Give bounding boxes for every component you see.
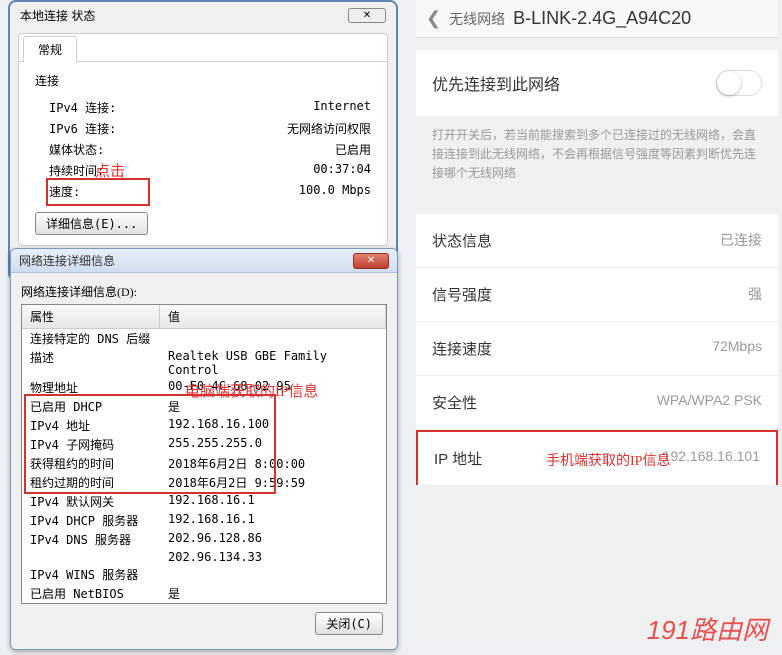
label-speed: 速度:: [35, 183, 80, 200]
cell-val: 192.168.16.1: [160, 492, 386, 511]
cell-prop: 连接特定的 DNS 后缀: [22, 329, 160, 348]
close-details-button[interactable]: 关闭(C): [315, 612, 383, 635]
details-table: 属性 值 连接特定的 DNS 后缀描述Realtek USB GBE Famil…: [21, 304, 387, 604]
table-row: IPv4 地址192.168.16.100: [22, 416, 386, 435]
cell-val: [160, 329, 386, 348]
header-ssid: B-LINK-2.4G_A94C20: [513, 8, 691, 29]
label-ipv4: IPv4 连接:: [35, 99, 116, 116]
cell-prop: 描述: [22, 348, 160, 378]
details-button[interactable]: 详细信息(E)...: [35, 212, 148, 235]
label-speed-m: 连接速度: [432, 338, 492, 359]
details-window: 网络连接详细信息 ✕ 网络连接详细信息(D): 属性 值 连接特定的 DNS 后…: [10, 248, 398, 650]
label-signal: 信号强度: [432, 284, 492, 305]
cell-prop: IPv4 WINS 服务器: [22, 565, 160, 584]
status-title-bar: 本地连接 状态 ✕: [12, 4, 394, 27]
info-list: 状态信息 已连接 信号强度 强 连接速度 72Mbps 安全性 WPA/WPA2…: [416, 214, 778, 485]
annotation-pc: 电脑端获取的IP信息: [185, 380, 318, 401]
table-row: 已启用 NetBIOS ove...是: [22, 584, 386, 604]
value-speed: 100.0 Mbps: [299, 183, 371, 200]
cell-prop: 已启用 NetBIOS ove...: [22, 584, 160, 604]
cell-val: [160, 565, 386, 584]
cell-prop: IPv4 默认网关: [22, 492, 160, 511]
table-row: 租约过期的时间2018年6月2日 9:59:59: [22, 473, 386, 492]
table-row: IPv4 DHCP 服务器192.168.16.1: [22, 511, 386, 530]
details-label: 网络连接详细信息(D):: [21, 283, 387, 300]
label-ipv6: IPv6 连接:: [35, 120, 116, 137]
cell-prop: 物理地址: [22, 378, 160, 397]
label-ip: IP 地址: [434, 448, 482, 469]
cell-val: 202.96.128.86: [160, 530, 386, 549]
table-row: IPv4 默认网关192.168.16.1: [22, 492, 386, 511]
table-row: 描述Realtek USB GBE Family Control: [22, 348, 386, 378]
annotation-mobile: 手机端获取的IP信息: [546, 450, 670, 470]
cell-val: Realtek USB GBE Family Control: [160, 348, 386, 378]
cell-prop: IPv4 DNS 服务器: [22, 530, 160, 549]
table-row: 获得租约的时间2018年6月2日 8:00:00: [22, 454, 386, 473]
cell-val: 是: [160, 584, 386, 604]
row-security: 安全性 WPA/WPA2 PSK: [416, 376, 778, 430]
table-row: 202.96.134.33: [22, 549, 386, 565]
label-security: 安全性: [432, 392, 477, 413]
close-button[interactable]: ✕: [353, 253, 389, 269]
table-row: IPv4 WINS 服务器: [22, 565, 386, 584]
row-speed: 连接速度 72Mbps: [416, 322, 778, 376]
details-window-title: 网络连接详细信息: [19, 252, 115, 269]
value-security: WPA/WPA2 PSK: [657, 392, 762, 413]
mobile-header: ❮ 无线网络 B-LINK-2.4G_A94C20: [416, 0, 778, 38]
details-title-bar: 网络连接详细信息 ✕: [11, 249, 397, 273]
table-row: 连接特定的 DNS 后缀: [22, 329, 386, 348]
group-connection: 连接: [35, 72, 371, 89]
cell-prop: IPv4 子网掩码: [22, 435, 160, 454]
row-status: 状态信息 已连接: [416, 214, 778, 268]
back-icon[interactable]: ❮: [426, 8, 441, 29]
table-header: 属性 值: [22, 305, 386, 329]
cell-prop: 获得租约的时间: [22, 454, 160, 473]
priority-title: 优先连接到此网络: [432, 71, 560, 95]
label-status: 状态信息: [432, 230, 492, 251]
value-ipv6: 无网络访问权限: [287, 120, 371, 137]
cell-prop: [22, 549, 160, 565]
cell-val: 2018年6月2日 9:59:59: [160, 473, 386, 492]
table-row: IPv4 子网掩码255.255.255.0: [22, 435, 386, 454]
status-tab-frame: 常规 连接 IPv4 连接: Internet IPv6 连接: 无网络访问权限 媒…: [18, 33, 388, 246]
cell-val: 255.255.255.0: [160, 435, 386, 454]
value-ip: 192.168.16.101: [663, 448, 760, 469]
value-status: 已连接: [720, 230, 762, 251]
value-ipv4: Internet: [313, 99, 371, 116]
cell-prop: 已启用 DHCP: [22, 397, 160, 416]
cell-val: 2018年6月2日 8:00:00: [160, 454, 386, 473]
tab-header: 常规: [19, 34, 387, 62]
label-media: 媒体状态:: [35, 141, 104, 158]
cell-val: 202.96.134.33: [160, 549, 386, 565]
watermark: 191路由网: [647, 610, 768, 647]
header-back-label[interactable]: 无线网络: [449, 9, 505, 29]
cell-val: 192.168.16.1: [160, 511, 386, 530]
priority-desc: 打开开关后，若当前能搜索到多个已连接过的无线网络，会直接连接到此无线网络，不会再…: [416, 116, 778, 194]
close-icon[interactable]: ✕: [348, 8, 386, 23]
status-body: 连接 IPv4 连接: Internet IPv6 连接: 无网络访问权限 媒体状态…: [19, 62, 387, 245]
cell-prop: IPv4 地址: [22, 416, 160, 435]
tab-general[interactable]: 常规: [23, 36, 77, 62]
status-window: 本地连接 状态 ✕ 常规 连接 IPv4 连接: Internet IPv6 连接…: [8, 0, 398, 281]
row-signal: 信号强度 强: [416, 268, 778, 322]
cell-prop: 租约过期的时间: [22, 473, 160, 492]
col-value: 值: [160, 305, 386, 328]
value-speed-m: 72Mbps: [712, 338, 762, 359]
priority-toggle[interactable]: [716, 70, 762, 96]
annotation-click: 点击: [95, 160, 125, 181]
mobile-panel: ❮ 无线网络 B-LINK-2.4G_A94C20 优先连接到此网络 打开开关后…: [416, 0, 778, 640]
cell-val: 192.168.16.100: [160, 416, 386, 435]
value-media: 已启用: [335, 141, 371, 158]
status-window-title: 本地连接 状态: [20, 7, 95, 24]
value-duration: 00:37:04: [313, 162, 371, 179]
table-row: IPv4 DNS 服务器202.96.128.86: [22, 530, 386, 549]
priority-section: 优先连接到此网络: [416, 50, 778, 116]
cell-prop: IPv4 DHCP 服务器: [22, 511, 160, 530]
col-property: 属性: [22, 305, 160, 328]
label-duration: 持续时间:: [35, 162, 104, 179]
value-signal: 强: [748, 284, 762, 305]
